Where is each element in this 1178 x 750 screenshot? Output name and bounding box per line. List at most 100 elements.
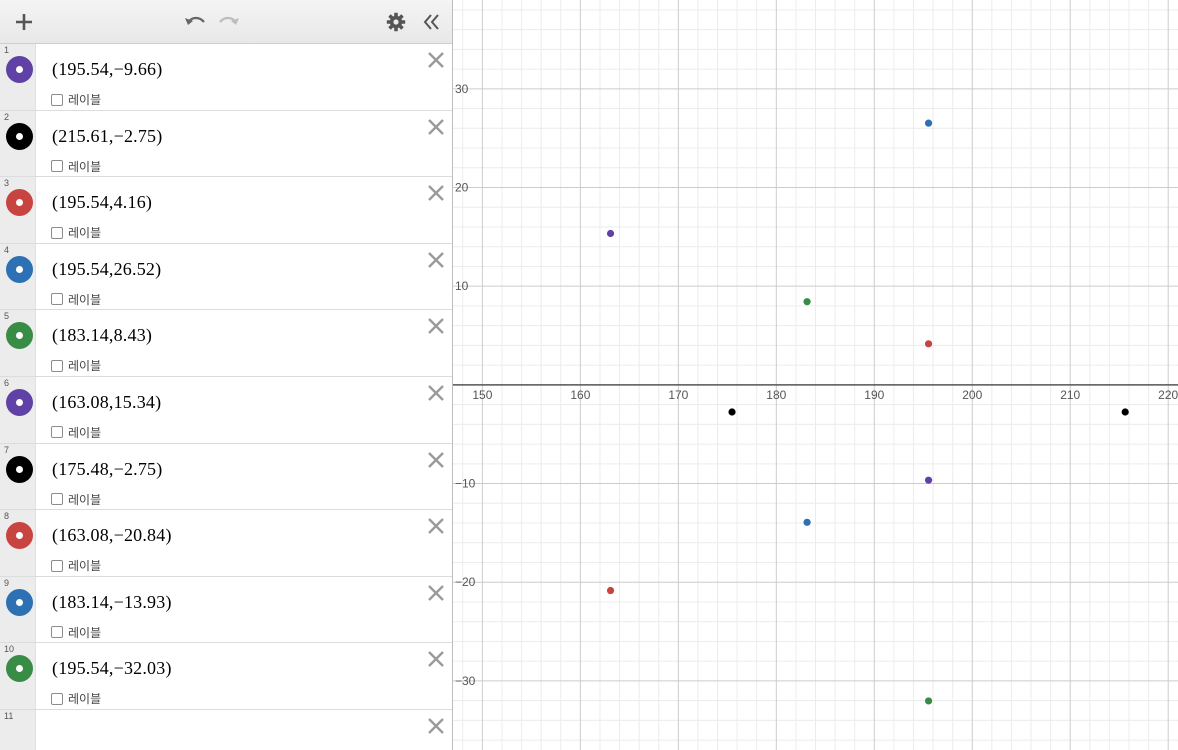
label-toggle[interactable]: 레이블 <box>51 690 101 707</box>
expression-row[interactable]: 10 (195.54,−32.03) 레이블 <box>0 643 452 710</box>
data-point[interactable] <box>924 697 933 705</box>
expression-row[interactable]: 2 (215.61,−2.75) 레이블 <box>0 110 452 178</box>
x-tick-label: 150 <box>472 388 492 402</box>
delete-expression-button[interactable] <box>426 250 446 270</box>
close-icon <box>428 185 444 202</box>
row-index: 7 <box>4 444 10 455</box>
x-tick-label: 170 <box>668 388 688 402</box>
data-point[interactable] <box>924 476 933 484</box>
color-toggle-icon[interactable] <box>6 655 33 683</box>
delete-expression-button[interactable] <box>426 450 446 470</box>
close-icon <box>428 584 444 601</box>
label-checkbox[interactable] <box>51 559 63 572</box>
expression-row[interactable]: 5 (183.14,8.43) 레이블 <box>0 310 452 377</box>
color-toggle-icon[interactable] <box>6 455 33 483</box>
data-point[interactable] <box>803 518 811 526</box>
expression-input[interactable]: (183.14,8.43) <box>52 325 152 346</box>
expression-row[interactable]: 7 (175.48,−2.75) 레이블 <box>0 443 452 511</box>
label-toggle[interactable]: 레이블 <box>51 291 101 308</box>
color-toggle-icon[interactable] <box>6 56 33 83</box>
label-toggle[interactable]: 레이블 <box>51 424 101 441</box>
row-gutter: 10 <box>0 643 36 709</box>
x-tick-label: 200 <box>962 388 982 402</box>
data-point[interactable] <box>1121 408 1129 416</box>
color-toggle-icon[interactable] <box>6 522 33 550</box>
add-expression-button[interactable] <box>6 0 42 44</box>
expression-row[interactable]: 4 (195.54,26.52) 레이블 <box>0 243 452 311</box>
color-toggle-icon[interactable] <box>6 388 33 416</box>
color-toggle-icon[interactable] <box>6 255 33 283</box>
row-index: 11 <box>4 710 14 721</box>
close-icon <box>428 318 444 335</box>
delete-expression-button[interactable] <box>426 316 446 336</box>
redo-button[interactable] <box>214 0 244 44</box>
delete-expression-button[interactable] <box>426 716 446 736</box>
delete-expression-button[interactable] <box>426 50 446 70</box>
close-icon <box>428 385 444 401</box>
expression-row[interactable]: 6 (163.08,15.34) 레이블 <box>0 376 452 444</box>
label-toggle[interactable]: 레이블 <box>51 624 101 641</box>
close-icon <box>428 518 444 535</box>
y-tick-label: 10 <box>455 279 469 293</box>
expression-row[interactable]: 3 (195.54,4.16) 레이블 <box>0 177 452 244</box>
expression-row[interactable]: 9 (183.14,−13.93) 레이블 <box>0 576 452 644</box>
data-point[interactable] <box>924 119 933 127</box>
label-checkbox[interactable] <box>51 493 63 506</box>
delete-expression-button[interactable] <box>426 583 446 603</box>
color-toggle-icon[interactable] <box>6 122 33 150</box>
data-point[interactable] <box>803 298 811 306</box>
delete-expression-button[interactable] <box>426 183 446 203</box>
label-toggle[interactable]: 레이블 <box>51 91 101 108</box>
y-tick-label: 30 <box>455 82 469 96</box>
expression-input[interactable]: (163.08,−20.84) <box>52 525 172 546</box>
expression-input[interactable]: (195.54,−32.03) <box>52 658 172 679</box>
label-checkbox[interactable] <box>51 692 63 705</box>
data-point[interactable] <box>606 229 615 238</box>
delete-expression-button[interactable] <box>426 383 446 403</box>
row-gutter: 1 <box>0 44 36 110</box>
undo-button[interactable] <box>180 0 210 44</box>
expression-input[interactable]: (175.48,−2.75) <box>52 459 162 480</box>
row-gutter: 2 <box>0 110 36 177</box>
expression-input[interactable]: (183.14,−13.93) <box>52 592 172 613</box>
new-expression-row[interactable]: 11 <box>0 709 452 750</box>
label-checkbox[interactable] <box>51 93 63 106</box>
graph-canvas[interactable]: 150 160 170 180 190 200 210 220 30 20 10 −10 −20 −30 <box>453 0 1178 750</box>
expression-input[interactable]: (195.54,4.16) <box>52 192 152 213</box>
y-tick-label: 20 <box>455 181 469 195</box>
color-toggle-icon[interactable] <box>6 189 33 217</box>
label-checkbox[interactable] <box>51 293 63 306</box>
label-toggle[interactable]: 레이블 <box>51 224 101 241</box>
redo-icon <box>219 16 239 25</box>
expression-row[interactable]: 8 (163.08,−20.84) 레이블 <box>0 510 452 577</box>
delete-expression-button[interactable] <box>426 516 446 536</box>
data-point[interactable] <box>728 408 736 416</box>
label-toggle[interactable]: 레이블 <box>51 557 101 574</box>
label-checkbox[interactable] <box>51 426 63 439</box>
color-toggle-icon[interactable] <box>6 322 33 350</box>
x-tick-label: 220 <box>1158 388 1178 402</box>
label-checkbox[interactable] <box>51 160 63 173</box>
collapse-panel-button[interactable] <box>416 0 446 44</box>
data-point[interactable] <box>606 586 615 595</box>
delete-expression-button[interactable] <box>426 117 446 137</box>
expression-input[interactable]: (215.61,−2.75) <box>52 126 162 147</box>
expression-input[interactable]: (163.08,15.34) <box>52 392 161 413</box>
undo-icon <box>185 16 205 25</box>
label-toggle[interactable]: 레이블 <box>51 158 101 175</box>
expression-input[interactable]: (195.54,26.52) <box>52 259 161 280</box>
expression-input[interactable]: (195.54,−9.66) <box>52 59 162 80</box>
label-toggle[interactable]: 레이블 <box>51 491 101 508</box>
expression-row[interactable]: 1 (195.54,−9.66) 레이블 <box>0 44 452 111</box>
x-tick-label: 190 <box>864 388 884 402</box>
label-checkbox[interactable] <box>51 359 63 372</box>
settings-button[interactable] <box>381 0 411 44</box>
plus-icon <box>16 14 32 30</box>
label-toggle[interactable]: 레이블 <box>51 357 101 374</box>
delete-expression-button[interactable] <box>426 649 446 669</box>
color-toggle-icon[interactable] <box>6 588 33 616</box>
label-checkbox[interactable] <box>51 626 63 639</box>
data-point[interactable] <box>924 340 933 348</box>
graph-svg[interactable]: 150 160 170 180 190 200 210 220 30 20 10 −10 −20 −30 <box>453 0 1178 750</box>
label-checkbox[interactable] <box>51 226 63 239</box>
